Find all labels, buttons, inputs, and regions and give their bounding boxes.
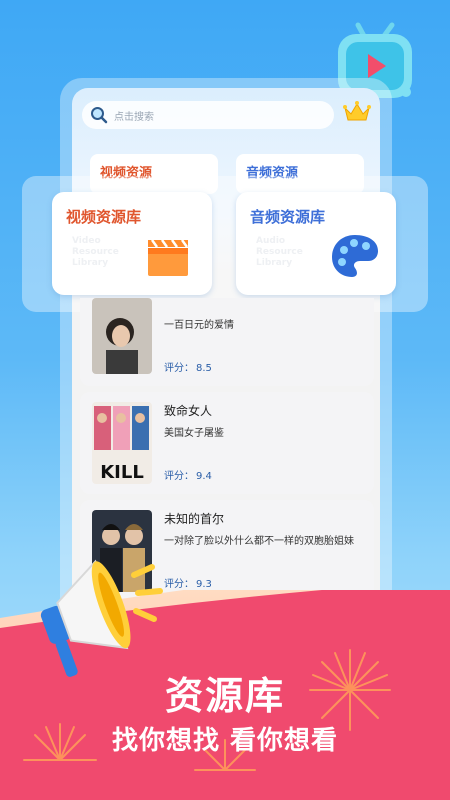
movie-desc: 美国女子屠鉴 xyxy=(164,428,224,439)
list-item[interactable]: KILL 致命女人 美国女子屠鉴 评分： 9.4 xyxy=(80,392,374,494)
audio-library-subtitle: Audio Resource Library xyxy=(256,236,303,268)
search-bar[interactable]: 点击搜索 xyxy=(82,101,334,129)
movie-score: 评分： 9.4 xyxy=(164,467,212,482)
score-label: 评分： xyxy=(164,471,194,482)
audio-library-title: 音频资源库 xyxy=(250,208,326,226)
score-label: 评分： xyxy=(164,579,194,590)
score-value: 8.5 xyxy=(196,363,212,374)
movie-desc: 一对除了脸以外什么都不一样的双胞胎姐妹 xyxy=(164,536,354,547)
video-library-subtitle: Video Resource Library xyxy=(72,236,119,268)
megaphone-icon xyxy=(40,559,163,677)
score-value: 9.4 xyxy=(196,471,212,482)
palette-icon xyxy=(332,235,378,277)
clapperboard-icon xyxy=(148,239,189,276)
list-item[interactable]: 一百日元的爱情 评分： 8.5 xyxy=(80,298,374,386)
crown-icon[interactable] xyxy=(342,100,372,124)
movie-desc: 一百日元的爱情 xyxy=(164,320,234,331)
poster-kill-icon: KILL xyxy=(92,402,152,484)
banner-subtitle: 找你想找 看你想看 xyxy=(111,726,339,756)
audio-library-card[interactable]: 音频资源库 Audio Resource Library xyxy=(236,192,396,295)
movie-score: 评分： 9.3 xyxy=(164,575,212,590)
search-icon xyxy=(91,107,108,124)
poster-kill-text: KILL xyxy=(100,462,144,483)
movie-title: 致命女人 xyxy=(164,404,213,418)
movie-score: 评分： 8.5 xyxy=(164,359,212,374)
poster-portrait-icon xyxy=(92,298,152,374)
banner-title: 资源库 xyxy=(164,674,285,718)
video-library-card[interactable]: 视频资源库 Video Resource Library xyxy=(52,192,212,295)
search-placeholder: 点击搜索 xyxy=(114,111,154,123)
video-library-title: 视频资源库 xyxy=(66,208,142,226)
score-label: 评分： xyxy=(164,363,194,374)
movie-title: 未知的首尔 xyxy=(164,512,225,526)
score-value: 9.3 xyxy=(196,579,212,590)
